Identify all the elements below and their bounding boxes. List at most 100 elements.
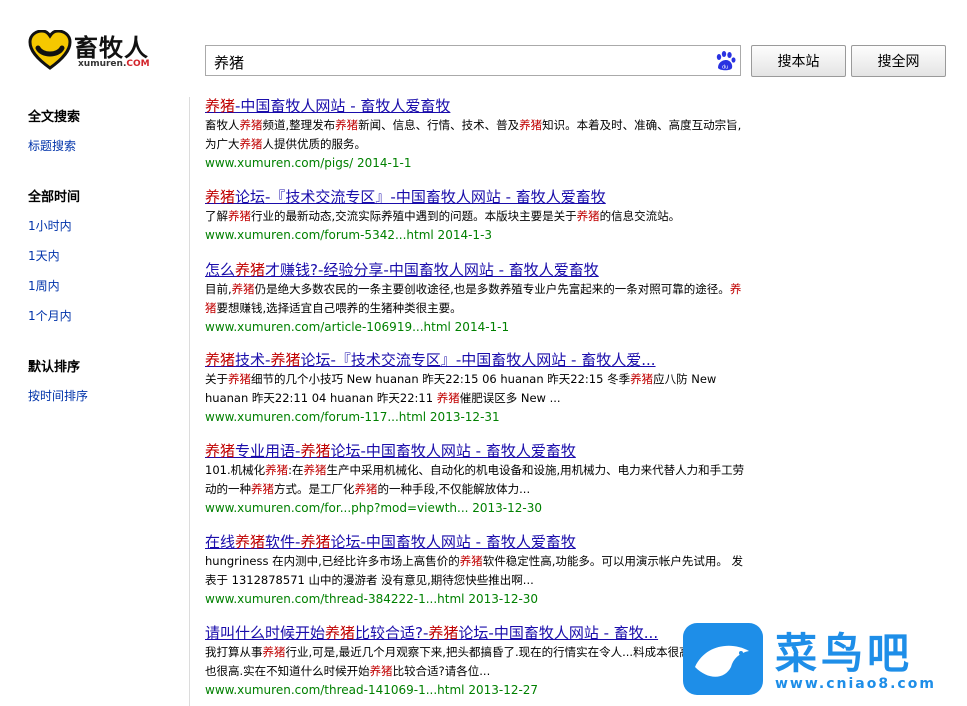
keyword-highlight: 养猪	[300, 442, 331, 460]
text-segment: 目前,	[205, 282, 232, 296]
result-url[interactable]: www.xumuren.com/forum-5342...html 2014-1…	[205, 226, 750, 244]
text-segment: 催肥误区多 New ...	[459, 391, 561, 405]
result-title-link[interactable]: 养猪论坛-『技术交流专区』-中国畜牧人网站 - 畜牧人爱畜牧	[205, 187, 750, 207]
text-segment: hungriness 在内测中,已经比许多市场上高售价的	[205, 554, 460, 568]
text-segment: 101.机械化	[205, 463, 266, 477]
text-segment: 行业的最新动态,交流实际养殖中遇到的问题。本版块主要是关于	[251, 209, 577, 223]
text-segment: 论坛-中国畜牧人网站 - 畜牧...	[458, 624, 659, 642]
filter-1-day[interactable]: 1天内	[28, 247, 60, 264]
keyword-highlight: 养猪	[335, 118, 359, 132]
filter-title-search[interactable]: 标题搜索	[28, 137, 76, 154]
text-segment: 比较合适?请各位...	[392, 664, 491, 678]
result-item: 在线养猪软件-养猪论坛-中国畜牧人网站 - 畜牧人爱畜牧 hungriness 在…	[205, 532, 750, 608]
baidu-paw-icon[interactable]: du	[714, 51, 736, 71]
text-segment: 请叫什么时候开始	[205, 624, 326, 642]
result-title-link[interactable]: 养猪-中国畜牧人网站 - 畜牧人爱畜牧	[205, 96, 750, 116]
result-snippet: 了解养猪行业的最新动态,交流实际养殖中遇到的问题。本版块主要是关于养猪的信息交流…	[205, 207, 750, 226]
keyword-highlight: 养猪	[300, 533, 331, 551]
result-snippet: 目前,养猪仍是绝大多数农民的一条主要创收途径,也是多数养殖专业户先富起来的一条对…	[205, 280, 750, 318]
text-segment: 论坛-『技术交流专区』-中国畜牧人网站 - 畜牧人爱畜牧	[235, 188, 606, 206]
keyword-highlight: 养猪	[205, 97, 236, 115]
filter-1-month[interactable]: 1个月内	[28, 307, 72, 324]
text-segment: 论坛-中国畜牧人网站 - 畜牧人爱畜牧	[330, 442, 576, 460]
search-box: du	[205, 45, 741, 76]
logo-domain-com: COM	[126, 59, 150, 69]
result-item: 养猪专业用语-养猪论坛-中国畜牧人网站 - 畜牧人爱畜牧 101.机械化养猪:在养…	[205, 441, 750, 517]
keyword-highlight: 养猪	[436, 391, 460, 405]
text-segment: 方式。是工厂化	[274, 482, 355, 496]
text-segment: 在线	[205, 533, 236, 551]
result-item: 养猪-中国畜牧人网站 - 畜牧人爱畜牧 畜牧人养猪频道,整理发布养猪新闻、信息、行…	[205, 96, 750, 172]
keyword-highlight: 养猪	[228, 372, 251, 386]
filter-1-hour[interactable]: 1小时内	[28, 217, 72, 234]
search-type-heading: 全文搜索	[28, 110, 81, 125]
text-segment: 了解	[205, 209, 228, 223]
sidebar-divider	[189, 97, 190, 706]
site-logo[interactable]: 畜牧人 xumuren.COM	[28, 28, 168, 74]
result-url[interactable]: www.xumuren.com/thread-384222-1...html 2…	[205, 590, 750, 608]
result-item: 养猪技术-养猪论坛-『技术交流专区』-中国畜牧人网站 - 畜牧人爱... 关于养猪…	[205, 350, 750, 426]
result-title-link[interactable]: 养猪专业用语-养猪论坛-中国畜牧人网站 - 畜牧人爱畜牧	[205, 441, 750, 461]
keyword-highlight: 养猪	[262, 645, 286, 659]
text-segment: 的信息交流站。	[599, 209, 681, 223]
filter-1-week[interactable]: 1周内	[28, 277, 60, 294]
text-segment: -中国畜牧人网站 - 畜牧人爱畜牧	[235, 97, 451, 115]
svg-text:du: du	[722, 65, 728, 71]
result-url[interactable]: www.xumuren.com/for...php?mod=viewth... …	[205, 499, 750, 517]
result-url[interactable]: www.xumuren.com/article-106919...html 20…	[205, 318, 750, 336]
result-url[interactable]: www.xumuren.com/pigs/ 2014-1-1	[205, 154, 750, 172]
result-item: 养猪论坛-『技术交流专区』-中国畜牧人网站 - 畜牧人爱畜牧 了解养猪行业的最新动…	[205, 187, 750, 244]
result-title-link[interactable]: 怎么养猪才赚钱?-经验分享-中国畜牧人网站 - 畜牧人爱畜牧	[205, 260, 750, 280]
result-title-link[interactable]: 在线养猪软件-养猪论坛-中国畜牧人网站 - 畜牧人爱畜牧	[205, 532, 750, 552]
keyword-highlight: 养猪	[205, 351, 236, 369]
result-title-link[interactable]: 养猪技术-养猪论坛-『技术交流专区』-中国畜牧人网站 - 畜牧人爱...	[205, 350, 750, 370]
text-segment: 专业用语-	[235, 442, 301, 460]
text-segment: 技术-	[235, 351, 271, 369]
text-segment: 我打算从事	[205, 645, 263, 659]
keyword-highlight: 养猪	[519, 118, 543, 132]
keyword-highlight: 养猪	[303, 463, 327, 477]
result-item: 请叫什么时候开始养猪比较合适?-养猪论坛-中国畜牧人网站 - 畜牧... 我打算从…	[205, 623, 750, 699]
keyword-highlight: 养猪	[235, 533, 266, 551]
result-item: 怎么养猪才赚钱?-经验分享-中国畜牧人网站 - 畜牧人爱畜牧 目前,养猪仍是绝大多…	[205, 260, 750, 336]
text-segment: 才赚钱?-经验分享-中国畜牧人网站 - 畜牧人爱畜牧	[265, 261, 599, 279]
search-input[interactable]	[212, 50, 712, 74]
sort-by-time[interactable]: 按时间排序	[28, 387, 88, 404]
watermark-text: 菜鸟吧	[775, 629, 914, 678]
text-segment: :在	[288, 463, 304, 477]
text-segment: 关于	[205, 372, 228, 386]
text-segment: 人提供优质的服务。	[262, 137, 367, 151]
text-segment: 论坛-中国畜牧人网站 - 畜牧人爱畜牧	[330, 533, 576, 551]
text-segment: 比较合适?-	[355, 624, 429, 642]
keyword-highlight: 养猪	[228, 209, 251, 223]
keyword-highlight: 养猪	[369, 664, 393, 678]
keyword-highlight: 养猪	[239, 118, 263, 132]
watermark: 菜鸟吧 www.cniao8.com	[683, 620, 967, 706]
heart-logo-icon	[28, 30, 72, 70]
text-segment: 要想赚钱,选择适宜自己喂养的生猪种类很主要。	[216, 301, 462, 315]
keyword-highlight: 养猪	[459, 554, 483, 568]
result-snippet: hungriness 在内测中,已经比许多市场上高售价的养猪软件稳定性高,功能多…	[205, 552, 750, 590]
keyword-highlight: 养猪	[205, 188, 236, 206]
text-segment: 怎么	[205, 261, 236, 279]
bird-logo-icon	[683, 623, 763, 695]
keyword-highlight: 养猪	[265, 463, 289, 477]
text-segment: 的一种手段,不仅能解放体力...	[377, 482, 531, 496]
search-web-button[interactable]: 搜全网	[851, 45, 946, 77]
text-segment: 论坛-『技术交流专区』-中国畜牧人网站 - 畜牧人爱...	[300, 351, 656, 369]
text-segment: 频道,整理发布	[262, 118, 336, 132]
text-segment: 仍是绝大多数农民的一条主要创收途径,也是多数养殖专业户先富起来的一条对照可靠的途…	[254, 282, 730, 296]
result-url[interactable]: www.xumuren.com/forum-117...html 2013-12…	[205, 408, 750, 426]
keyword-highlight: 养猪	[428, 624, 459, 642]
result-url[interactable]: www.xumuren.com/thread-141069-1...html 2…	[205, 681, 750, 699]
result-snippet: 我打算从事养猪行业,可是,最近几个月观察下来,把头都搞昏了.现在的行情实在令人.…	[205, 643, 750, 681]
keyword-highlight: 养猪	[235, 261, 266, 279]
text-segment: 软件-	[265, 533, 301, 551]
keyword-highlight: 养猪	[576, 209, 600, 223]
result-title-link[interactable]: 请叫什么时候开始养猪比较合适?-养猪论坛-中国畜牧人网站 - 畜牧...	[205, 623, 750, 643]
keyword-highlight: 养猪	[354, 482, 378, 496]
logo-domain: xumuren.COM	[78, 59, 150, 69]
keyword-highlight: 养猪	[270, 351, 301, 369]
search-site-button[interactable]: 搜本站	[751, 45, 846, 77]
keyword-highlight: 养猪	[239, 137, 263, 151]
